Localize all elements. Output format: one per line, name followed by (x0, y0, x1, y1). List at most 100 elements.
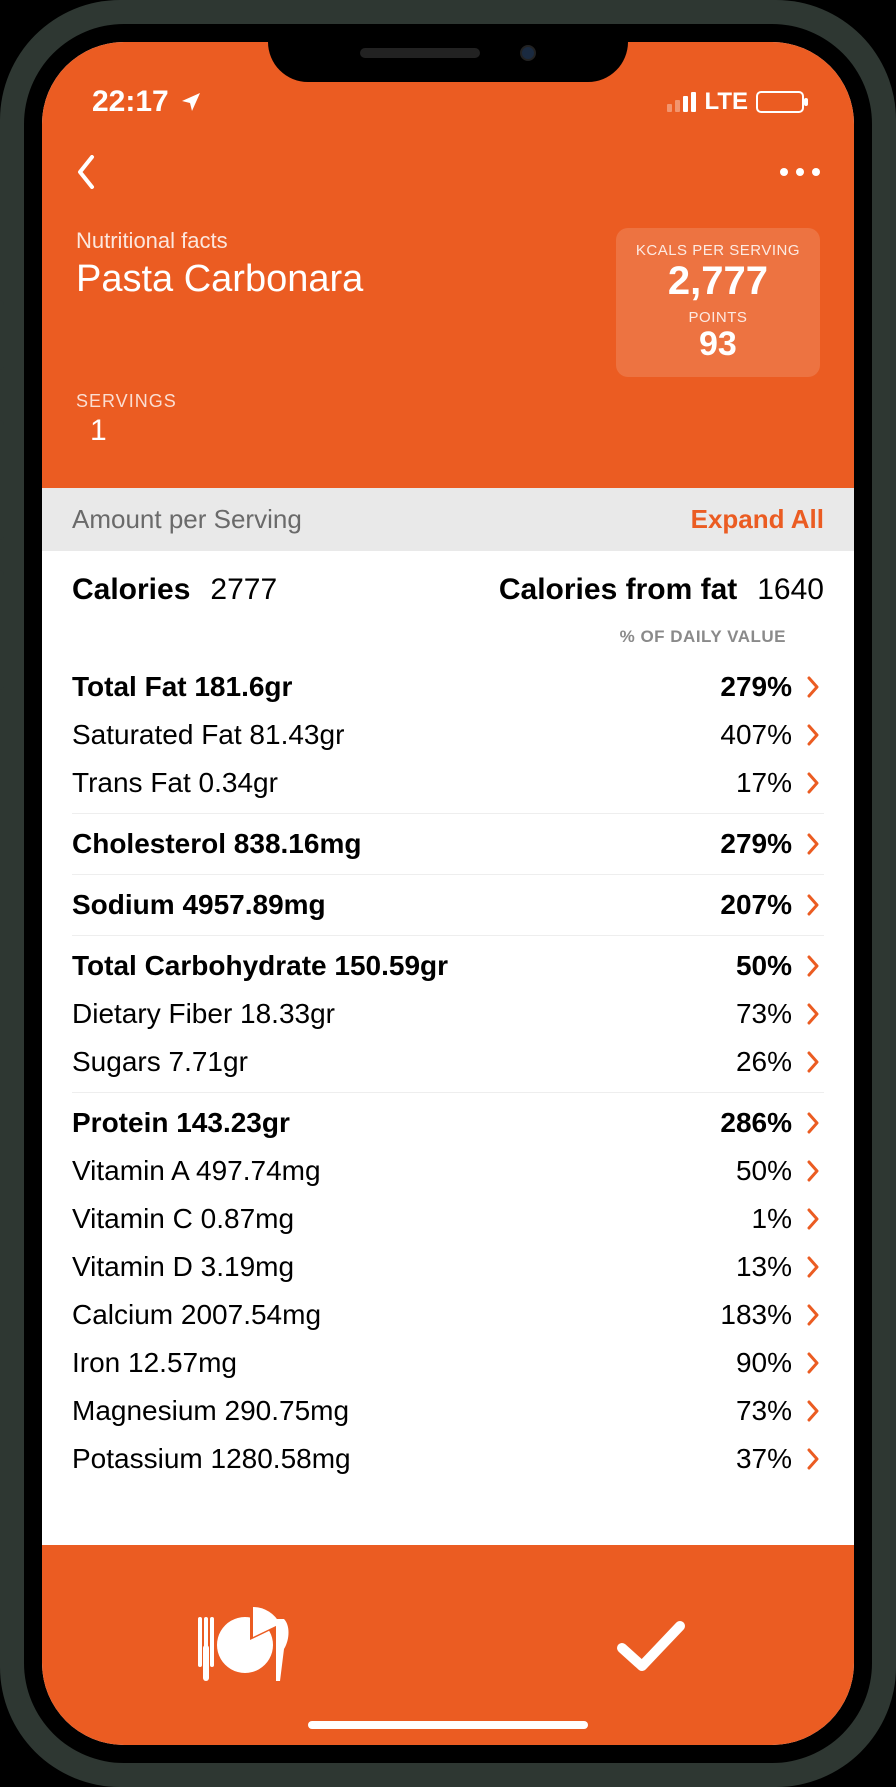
more-button[interactable] (780, 168, 820, 176)
nutrient-name: Vitamin A 497.74mg (72, 1155, 321, 1187)
nutrient-name: Dietary Fiber 18.33gr (72, 998, 335, 1030)
nutrient-row[interactable]: Calcium 2007.54mg183% (72, 1291, 824, 1339)
back-button[interactable] (76, 155, 96, 189)
nutrient-name: Vitamin D 3.19mg (72, 1251, 294, 1283)
kcals-badge: KCALS PER SERVING 2,777 POINTS 93 (616, 228, 820, 377)
side-button (892, 480, 896, 670)
chevron-right-icon (806, 724, 824, 746)
nutrient-row[interactable]: Trans Fat 0.34gr 17% (72, 759, 824, 807)
nutrient-name: Sodium 4957.89mg (72, 889, 326, 921)
nutrient-pct: 207% (712, 889, 792, 921)
nutrient-pct: 26% (712, 1046, 792, 1078)
nutrient-group: Protein 143.23gr 286% Vitamin A 497.74mg 50… (72, 1093, 824, 1489)
chevron-right-icon (806, 1160, 824, 1182)
notch (268, 24, 628, 82)
kcals-value: 2,777 (636, 259, 800, 303)
nutrient-pct: 279% (712, 671, 792, 703)
servings-value: 1 (90, 414, 820, 448)
nutrient-name: Trans Fat 0.34gr (72, 767, 278, 799)
side-button (0, 420, 4, 540)
servings-label: SERVINGS (76, 391, 820, 412)
chevron-right-icon (806, 1051, 824, 1073)
nutrient-pct: 73% (712, 998, 792, 1030)
kcals-label: KCALS PER SERVING (636, 242, 800, 259)
chevron-right-icon (806, 1352, 824, 1374)
section-bar: Amount per Serving Expand All (42, 488, 854, 551)
confirm-button[interactable] (448, 1618, 854, 1673)
nutrient-row[interactable]: Vitamin A 497.74mg 50% (72, 1147, 824, 1195)
nutrient-row[interactable]: Saturated Fat 81.43gr407% (72, 711, 824, 759)
nutrient-pct: 73% (712, 1395, 792, 1427)
chevron-right-icon (806, 1112, 824, 1134)
nutrient-name: Iron 12.57mg (72, 1347, 237, 1379)
nutrient-name: Vitamin C 0.87mg (72, 1203, 294, 1235)
bottom-bar (42, 1545, 854, 1745)
nutrient-row[interactable]: Potassium 1280.58mg37% (72, 1435, 824, 1483)
nutrient-group: Sodium 4957.89mg 207% (72, 875, 824, 936)
front-camera (520, 45, 536, 61)
nutrient-row[interactable]: Magnesium 290.75mg 73% (72, 1387, 824, 1435)
header-subtitle: Nutritional facts (76, 228, 363, 254)
nutrient-name: Sugars 7.71gr (72, 1046, 248, 1078)
meal-chart-button[interactable] (42, 1605, 448, 1685)
nutrient-pct: 50% (712, 950, 792, 982)
nutrient-pct: 286% (712, 1107, 792, 1139)
servings-block: SERVINGS 1 (76, 391, 820, 448)
nutrient-pct: 50% (712, 1155, 792, 1187)
daily-value-label: % OF DAILY VALUE (72, 617, 824, 657)
nutrient-pct: 90% (712, 1347, 792, 1379)
nutrient-row[interactable]: Sodium 4957.89mg 207% (72, 881, 824, 929)
calories-from-fat-value: 1640 (757, 573, 824, 607)
nutrient-row[interactable]: Iron 12.57mg 90% (72, 1339, 824, 1387)
expand-all-button[interactable]: Expand All (691, 504, 824, 535)
nutrient-row[interactable]: Vitamin C 0.87mg 1% (72, 1195, 824, 1243)
home-indicator[interactable] (308, 1721, 588, 1729)
nutrient-row[interactable]: Cholesterol 838.16mg 279% (72, 820, 824, 868)
battery-icon (756, 91, 804, 113)
nutrient-name: Total Carbohydrate 150.59gr (72, 950, 448, 982)
nutrient-row[interactable]: Vitamin D 3.19mg 13% (72, 1243, 824, 1291)
speaker-grille (360, 48, 480, 58)
chevron-right-icon (806, 772, 824, 794)
page-title: Pasta Carbonara (76, 258, 363, 301)
nutrient-pct: 37% (712, 1443, 792, 1475)
phone-bezel: 22:17 LTE (24, 24, 872, 1763)
nutrient-row[interactable]: Sugars 7.71gr 26% (72, 1038, 824, 1086)
nutrition-content: Calories 2777 Calories from fat 1640 % O… (42, 551, 854, 1545)
nutrient-pct: 17% (712, 767, 792, 799)
nutrient-group: Total Carbohydrate 150.59gr 50% Dietary Fi… (72, 936, 824, 1093)
chevron-right-icon (806, 1400, 824, 1422)
chevron-right-icon (806, 833, 824, 855)
nutrient-row[interactable]: Protein 143.23gr 286% (72, 1099, 824, 1147)
nutrient-row[interactable]: Total Fat 181.6gr279% (72, 663, 824, 711)
nutrient-pct: 1% (712, 1203, 792, 1235)
chevron-right-icon (806, 1003, 824, 1025)
points-label: POINTS (636, 309, 800, 326)
nutrient-pct: 279% (712, 828, 792, 860)
calories-label: Calories (72, 573, 190, 607)
signal-icon (667, 92, 696, 112)
phone-frame: 22:17 LTE (0, 0, 896, 1787)
nutrient-group: Cholesterol 838.16mg 279% (72, 814, 824, 875)
nutrient-name: Cholesterol 838.16mg (72, 828, 361, 860)
header: Nutritional facts Pasta Carbonara KCALS … (42, 132, 854, 488)
calories-from-fat-label: Calories from fat (499, 573, 737, 607)
nutrient-pct: 183% (712, 1299, 792, 1331)
nutrient-row[interactable]: Dietary Fiber 18.33gr 73% (72, 990, 824, 1038)
calories-row: Calories 2777 Calories from fat 1640 (72, 551, 824, 617)
calories-value: 2777 (210, 573, 277, 607)
chevron-right-icon (806, 676, 824, 698)
nutrient-row[interactable]: Total Carbohydrate 150.59gr 50% (72, 942, 824, 990)
nutrient-pct: 13% (712, 1251, 792, 1283)
chevron-right-icon (806, 1304, 824, 1326)
nutrient-name: Protein 143.23gr (72, 1107, 290, 1139)
side-button (0, 300, 4, 370)
chevron-right-icon (806, 1256, 824, 1278)
chevron-right-icon (806, 1208, 824, 1230)
nutrient-name: Magnesium 290.75mg (72, 1395, 349, 1427)
nutrient-group: Total Fat 181.6gr279%Saturated Fat 81.43… (72, 657, 824, 814)
chevron-right-icon (806, 894, 824, 916)
screen: 22:17 LTE (42, 42, 854, 1745)
nutrient-pct: 407% (712, 719, 792, 751)
status-time: 22:17 (92, 85, 169, 119)
